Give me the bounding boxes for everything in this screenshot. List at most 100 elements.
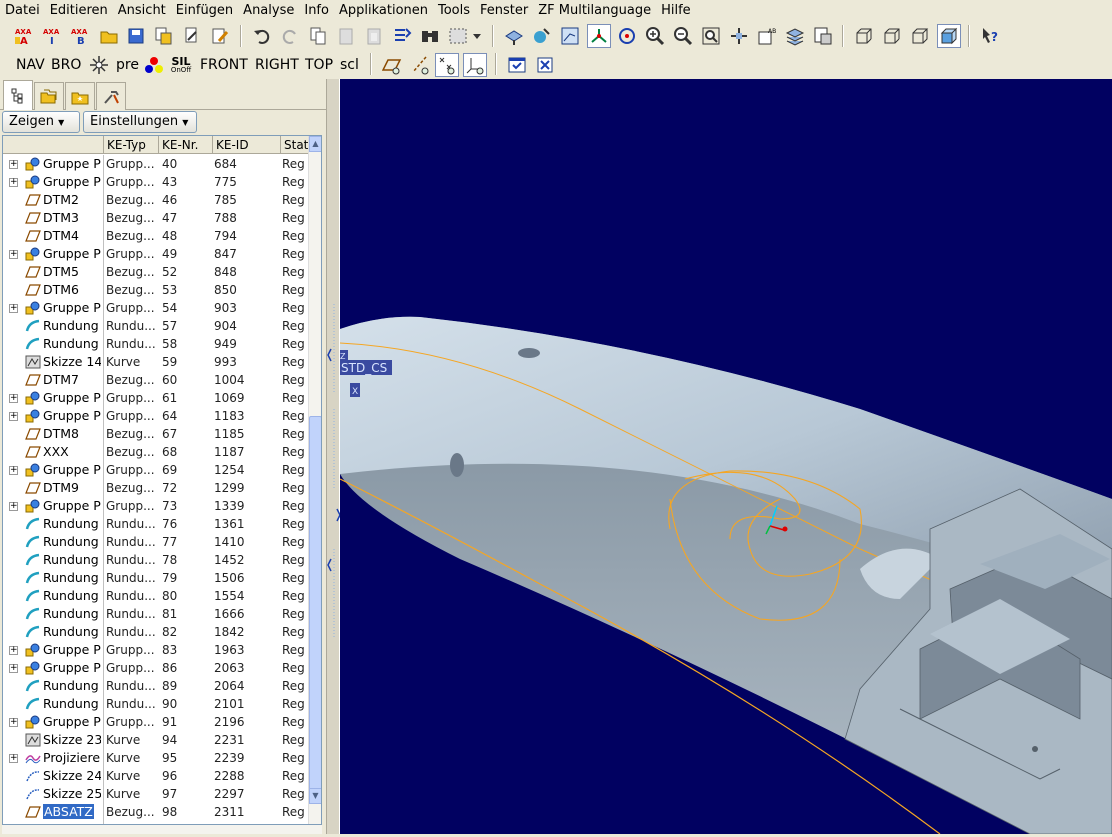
select-box-icon[interactable] bbox=[446, 24, 470, 48]
scl-button[interactable]: scl bbox=[340, 56, 359, 74]
top-button[interactable]: TOP bbox=[305, 56, 333, 74]
tree-row[interactable]: DTM6 Bezug... 53 850 Reg bbox=[3, 281, 308, 299]
pre-button[interactable]: pre bbox=[116, 56, 139, 74]
view-mgr-icon[interactable] bbox=[811, 24, 835, 48]
open-icon[interactable] bbox=[97, 24, 121, 48]
expand-icon[interactable]: + bbox=[9, 412, 18, 421]
tree-row[interactable]: DTM7 Bezug... 60 1004 Reg bbox=[3, 371, 308, 389]
sil-button[interactable]: SIL OnOff bbox=[168, 53, 194, 77]
expand-icon[interactable]: + bbox=[9, 502, 18, 511]
sketch-view-icon[interactable] bbox=[558, 24, 582, 48]
tree-row[interactable]: Rundung Rundu... 81 1666 Reg bbox=[3, 605, 308, 623]
menu-item-fenster[interactable]: Fenster bbox=[475, 0, 533, 21]
panel-splitter[interactable] bbox=[326, 79, 341, 834]
datum-points-display-icon[interactable] bbox=[435, 53, 459, 77]
saved-views-icon[interactable]: AB bbox=[755, 24, 779, 48]
select-dropdown-icon[interactable] bbox=[470, 24, 484, 48]
tree-row[interactable]: DTM3 Bezug... 47 788 Reg bbox=[3, 209, 308, 227]
bro-button[interactable]: BRO bbox=[51, 56, 81, 74]
tree-row[interactable]: + Gruppe P Grupp... 40 684 Reg bbox=[3, 155, 308, 173]
menu-item-editieren[interactable]: Editieren bbox=[45, 0, 113, 21]
tree-row[interactable]: + Gruppe P Grupp... 69 1254 Reg bbox=[3, 461, 308, 479]
tree-row[interactable]: ABSATZ Bezug... 98 2311 Reg bbox=[3, 803, 308, 821]
tree-row[interactable]: Skizze 23 Kurve 94 2231 Reg bbox=[3, 731, 308, 749]
axa-b-button[interactable]: AXA B bbox=[68, 24, 92, 48]
print-icon[interactable] bbox=[180, 24, 204, 48]
wireframe-icon[interactable] bbox=[852, 24, 876, 48]
axa-i-button[interactable]: AXA I bbox=[40, 24, 64, 48]
expand-icon[interactable]: + bbox=[9, 178, 18, 187]
expand-icon[interactable]: + bbox=[9, 304, 18, 313]
datum-axes-icon[interactable] bbox=[587, 24, 611, 48]
hidden-line-icon[interactable] bbox=[880, 24, 904, 48]
tree-row[interactable]: Rundung Rundu... 77 1410 Reg bbox=[3, 533, 308, 551]
save-copy-icon[interactable] bbox=[152, 24, 176, 48]
tree-row[interactable]: + Gruppe P Grupp... 43 775 Reg bbox=[3, 173, 308, 191]
paste-icon[interactable] bbox=[334, 24, 358, 48]
menu-item-ansicht[interactable]: Ansicht bbox=[113, 0, 171, 21]
menu-item-info[interactable]: Info bbox=[299, 0, 334, 21]
expand-icon[interactable]: + bbox=[9, 664, 18, 673]
find-icon[interactable] bbox=[418, 24, 442, 48]
datum-axis-display-icon[interactable] bbox=[408, 53, 432, 77]
tree-row[interactable]: DTM5 Bezug... 52 848 Reg bbox=[3, 263, 308, 281]
tree-row[interactable]: DTM4 Bezug... 48 794 Reg bbox=[3, 227, 308, 245]
tree-row[interactable]: + Gruppe P Grupp... 61 1069 Reg bbox=[3, 389, 308, 407]
regenerate-icon[interactable] bbox=[390, 24, 414, 48]
zoom-in-icon[interactable] bbox=[643, 24, 667, 48]
zoom-out-icon[interactable] bbox=[671, 24, 695, 48]
expand-icon[interactable]: + bbox=[9, 160, 18, 169]
copy-icon[interactable] bbox=[306, 24, 330, 48]
einstellungen-dropdown[interactable]: Einstellungen ▼ bbox=[83, 111, 197, 133]
menu-item-analyse[interactable]: Analyse bbox=[238, 0, 299, 21]
expand-icon[interactable]: + bbox=[9, 394, 18, 403]
layer-icon[interactable] bbox=[530, 24, 554, 48]
tree-row[interactable]: XXX Bezug... 68 1187 Reg bbox=[3, 443, 308, 461]
expand-icon[interactable]: + bbox=[9, 466, 18, 475]
menu-item-applikationen[interactable]: Applikationen bbox=[334, 0, 433, 21]
scroll-up-icon[interactable]: ▲ bbox=[309, 136, 321, 152]
tree-row[interactable]: Rundung Rundu... 79 1506 Reg bbox=[3, 569, 308, 587]
tree-row[interactable]: + Gruppe P Grupp... 49 847 Reg bbox=[3, 245, 308, 263]
color-icon[interactable] bbox=[142, 53, 166, 77]
right-button[interactable]: RIGHT bbox=[255, 56, 299, 74]
col-ke-id[interactable]: KE-ID bbox=[212, 136, 280, 154]
paste-special-icon[interactable] bbox=[362, 24, 386, 48]
edit-icon[interactable] bbox=[208, 24, 232, 48]
shading-icon[interactable] bbox=[937, 24, 961, 48]
menu-item-tools[interactable]: Tools bbox=[433, 0, 475, 21]
nav-button[interactable]: NAV bbox=[16, 56, 45, 74]
tree-row[interactable]: + Gruppe P Grupp... 73 1339 Reg bbox=[3, 497, 308, 515]
tree-row[interactable]: Rundung Rundu... 78 1452 Reg bbox=[3, 551, 308, 569]
scroll-down-icon[interactable]: ▼ bbox=[309, 788, 321, 804]
tree-row[interactable]: + Projiziere Kurve 95 2239 Reg bbox=[3, 749, 308, 767]
tree-row[interactable]: + Gruppe P Grupp... 64 1183 Reg bbox=[3, 407, 308, 425]
csys-display-icon[interactable] bbox=[463, 53, 487, 77]
close-window-icon[interactable] bbox=[533, 53, 557, 77]
tree-row[interactable]: Rundung Rundu... 82 1842 Reg bbox=[3, 623, 308, 641]
redo-icon[interactable] bbox=[278, 24, 302, 48]
view-manager-icon[interactable] bbox=[502, 24, 526, 48]
tree-row[interactable]: Rundung Rundu... 80 1554 Reg bbox=[3, 587, 308, 605]
tree-row[interactable]: + Gruppe P Grupp... 91 2196 Reg bbox=[3, 713, 308, 731]
expand-icon[interactable]: + bbox=[9, 718, 18, 727]
col-ke-nr[interactable]: KE-Nr. bbox=[158, 136, 212, 154]
menu-item-zf-multilanguage[interactable]: ZF Multilanguage bbox=[533, 0, 656, 21]
horizontal-scrollbar[interactable] bbox=[2, 825, 322, 834]
tree-row[interactable]: + Gruppe P Grupp... 54 903 Reg bbox=[3, 299, 308, 317]
menu-item-einf-gen[interactable]: Einfügen bbox=[171, 0, 238, 21]
expand-icon[interactable]: + bbox=[9, 250, 18, 259]
tree-row[interactable]: Skizze 24 Kurve 96 2288 Reg bbox=[3, 767, 308, 785]
tree-row[interactable]: DTM9 Bezug... 72 1299 Reg bbox=[3, 479, 308, 497]
expand-icon[interactable]: + bbox=[9, 754, 18, 763]
tree-row[interactable]: Rundung Rundu... 76 1361 Reg bbox=[3, 515, 308, 533]
tree-row[interactable]: Skizze 14 Kurve 59 993 Reg bbox=[3, 353, 308, 371]
tree-row[interactable]: Rundung Rundu... 58 949 Reg bbox=[3, 335, 308, 353]
no-hidden-icon[interactable] bbox=[908, 24, 932, 48]
zeigen-dropdown[interactable]: Zeigen ▼ bbox=[2, 111, 80, 133]
tab-model-tree[interactable] bbox=[3, 80, 33, 110]
front-button[interactable]: FRONT bbox=[200, 56, 248, 74]
tree-row[interactable]: Rundung Rundu... 57 904 Reg bbox=[3, 317, 308, 335]
layers-icon[interactable] bbox=[783, 24, 807, 48]
col-ke-typ[interactable]: KE-Typ bbox=[103, 136, 158, 154]
